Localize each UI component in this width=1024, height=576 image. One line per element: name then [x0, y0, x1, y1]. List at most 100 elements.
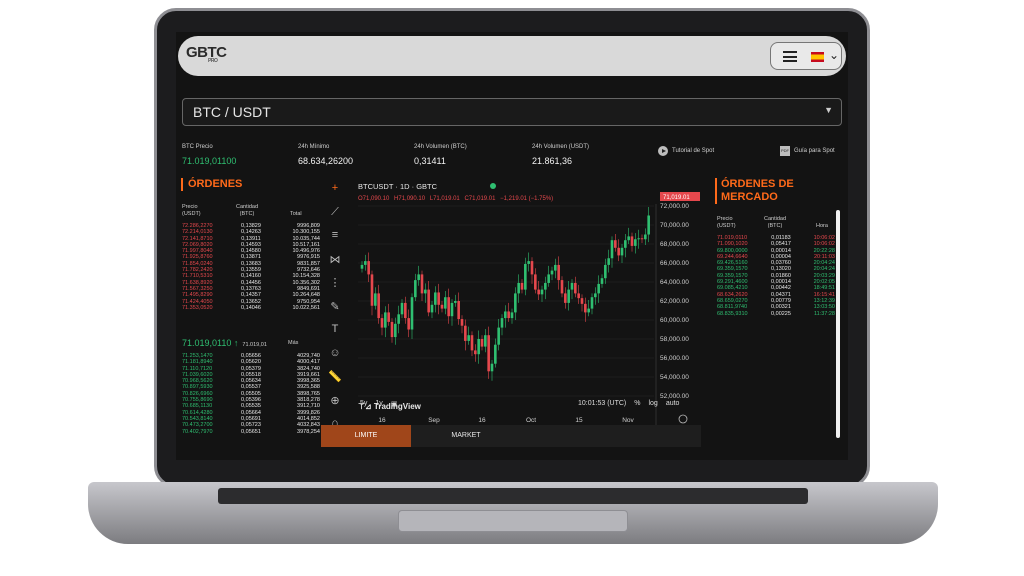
amount-cell: 0,05651 — [241, 428, 261, 435]
x-tick-label: Sep — [428, 417, 440, 424]
order-row[interactable]: 71.353,0520 0,14046 10.022,561 — [182, 305, 320, 311]
chart-settings-icon[interactable] — [678, 414, 688, 424]
y-tick-label: 66,000.00 — [660, 260, 689, 267]
total-cell: 3978,254 — [297, 428, 320, 435]
arrow-up-icon: ↑ — [231, 338, 239, 348]
mid-price: 71.019,0110 ↑ 71.019,01 — [182, 338, 267, 348]
candle-body — [494, 344, 497, 364]
pattern-icon[interactable]: ⋈ — [324, 253, 346, 277]
brush-icon[interactable]: ✎ — [324, 300, 346, 324]
more-link[interactable]: Más — [288, 340, 298, 346]
chevron-down-icon[interactable]: ⌄ — [829, 48, 839, 62]
col-total-header: Total — [290, 211, 302, 217]
candle-body — [604, 264, 607, 279]
stat-value: 68.634,26200 — [298, 156, 354, 166]
log-toggle[interactable]: log — [648, 400, 657, 407]
mkt-col-time: Hora — [816, 223, 828, 229]
auto-toggle[interactable]: auto — [666, 400, 680, 407]
candle-body — [570, 282, 574, 290]
mkt-col-amount: Cantidad (BTC) — [764, 216, 787, 229]
orders-accent-bar — [181, 178, 183, 191]
y-tick-label: 64,000.00 — [660, 279, 689, 286]
candle-body — [560, 280, 564, 294]
candle-body — [640, 238, 644, 240]
candle-body — [450, 302, 454, 317]
emoji-icon[interactable]: ☺ — [324, 347, 346, 371]
logo[interactable]: GBTC PRO — [186, 44, 227, 64]
candle-body — [367, 261, 370, 275]
crosshair-icon[interactable]: + — [324, 182, 346, 206]
spain-flag-icon[interactable] — [811, 52, 824, 62]
candle-body — [607, 258, 610, 265]
y-tick-label: 68,000.00 — [660, 241, 689, 248]
scrollbar[interactable] — [836, 210, 840, 438]
candle-body — [477, 339, 480, 355]
candle-body — [557, 264, 560, 281]
candle-body — [567, 289, 570, 303]
pdf-icon: PDF — [780, 146, 790, 156]
y-tick-label: 52,000.00 — [660, 393, 689, 400]
guide-link[interactable]: PDF Guía para Spot — [780, 146, 835, 156]
y-tick-label: 72,000.00 — [660, 203, 689, 210]
pair-select[interactable]: BTC / USDT ▼ — [182, 98, 842, 126]
candle-body — [507, 311, 510, 319]
trend-line-icon[interactable]: ⟋ — [324, 206, 346, 230]
calendar-icon[interactable]: ▣ — [391, 400, 398, 408]
menu-box[interactable]: ⌄ — [770, 42, 842, 70]
tab-limit[interactable]: LIMITE — [321, 425, 411, 447]
candle-body — [517, 282, 520, 294]
text-tool-icon[interactable]: T — [324, 323, 346, 347]
screen: GBTC PRO ⌄ BTC / USDT ▼ BTC Precio 71.01… — [176, 32, 848, 460]
candle-body — [597, 283, 600, 294]
candle-body — [447, 297, 450, 317]
market-accent-bar — [715, 178, 717, 204]
candle-body — [377, 293, 380, 319]
candle-body — [587, 308, 590, 313]
price-chart[interactable]: 72,000.00 70,000.00 68,000.00 66,000.00 64,0… — [354, 178, 704, 428]
candle-body — [504, 311, 507, 319]
candle-body — [514, 293, 517, 313]
candle-body — [627, 236, 630, 241]
candle-body — [510, 312, 514, 319]
zoom-in-icon[interactable]: ⊕ — [324, 394, 346, 418]
top-bar: GBTC PRO ⌄ — [178, 36, 846, 76]
horizontal-lines-icon[interactable]: ≡ — [324, 229, 346, 253]
order-row[interactable]: 68.835,9310 0,00225 11:37:28 — [717, 311, 835, 317]
hamburger-icon[interactable] — [783, 51, 797, 62]
candle-body — [440, 304, 444, 309]
tutorial-link[interactable]: Tutorial de Spot — [658, 146, 714, 156]
candle-body — [600, 278, 604, 284]
candle-body — [564, 293, 567, 303]
ohlc-close: C71,019.01 — [464, 196, 496, 202]
market-orders-list: 71.019,0110 0,01183 10:06:02 71.090,1020 0,0… — [717, 235, 835, 317]
candle-body — [407, 318, 410, 330]
candle-body — [370, 274, 374, 306]
candle-body — [444, 297, 447, 309]
live-dot-icon — [490, 183, 496, 189]
stat-value: 21.861,36 — [532, 156, 573, 166]
candle-body — [550, 270, 554, 275]
stat-btc-price: BTC Precio 71.019,01100 — [182, 144, 236, 166]
logo-text: GBTC — [186, 44, 227, 61]
x-tick-label: 16 — [378, 417, 386, 424]
order-type-tabs: LIMITE MARKET — [321, 425, 701, 447]
measure-tool-icon[interactable]: ⋮ — [324, 276, 346, 300]
col-price-header: Precio (USDT) — [182, 204, 201, 217]
ruler-icon[interactable]: 📏 — [324, 370, 346, 394]
pair-label: BTC / USDT — [193, 104, 271, 120]
candle-body — [437, 292, 440, 305]
candle-body — [404, 302, 407, 319]
guide-label: Guía para Spot — [794, 148, 835, 154]
range-1y-button[interactable]: 1y — [375, 400, 382, 408]
percent-toggle[interactable]: % — [634, 400, 640, 407]
tab-market[interactable]: MARKET — [421, 425, 511, 447]
mid-price-ref: 71.019,01 — [242, 342, 267, 348]
y-tick-label: 60,000.00 — [660, 317, 689, 324]
stat-value: 0,31411 — [414, 156, 446, 166]
laptop-trackpad — [398, 510, 628, 532]
drawing-toolbar: + ⟋ ≡ ⋈ ⋮ ✎ T ☺ 📏 ⊕ ∩ — [324, 182, 346, 441]
range-5y-button[interactable]: 5y — [360, 400, 367, 408]
order-row[interactable]: 70.402,7970 0,05651 3978,254 — [182, 429, 320, 435]
amount-cell: 0,14046 — [241, 304, 261, 311]
candle-body — [384, 312, 387, 328]
